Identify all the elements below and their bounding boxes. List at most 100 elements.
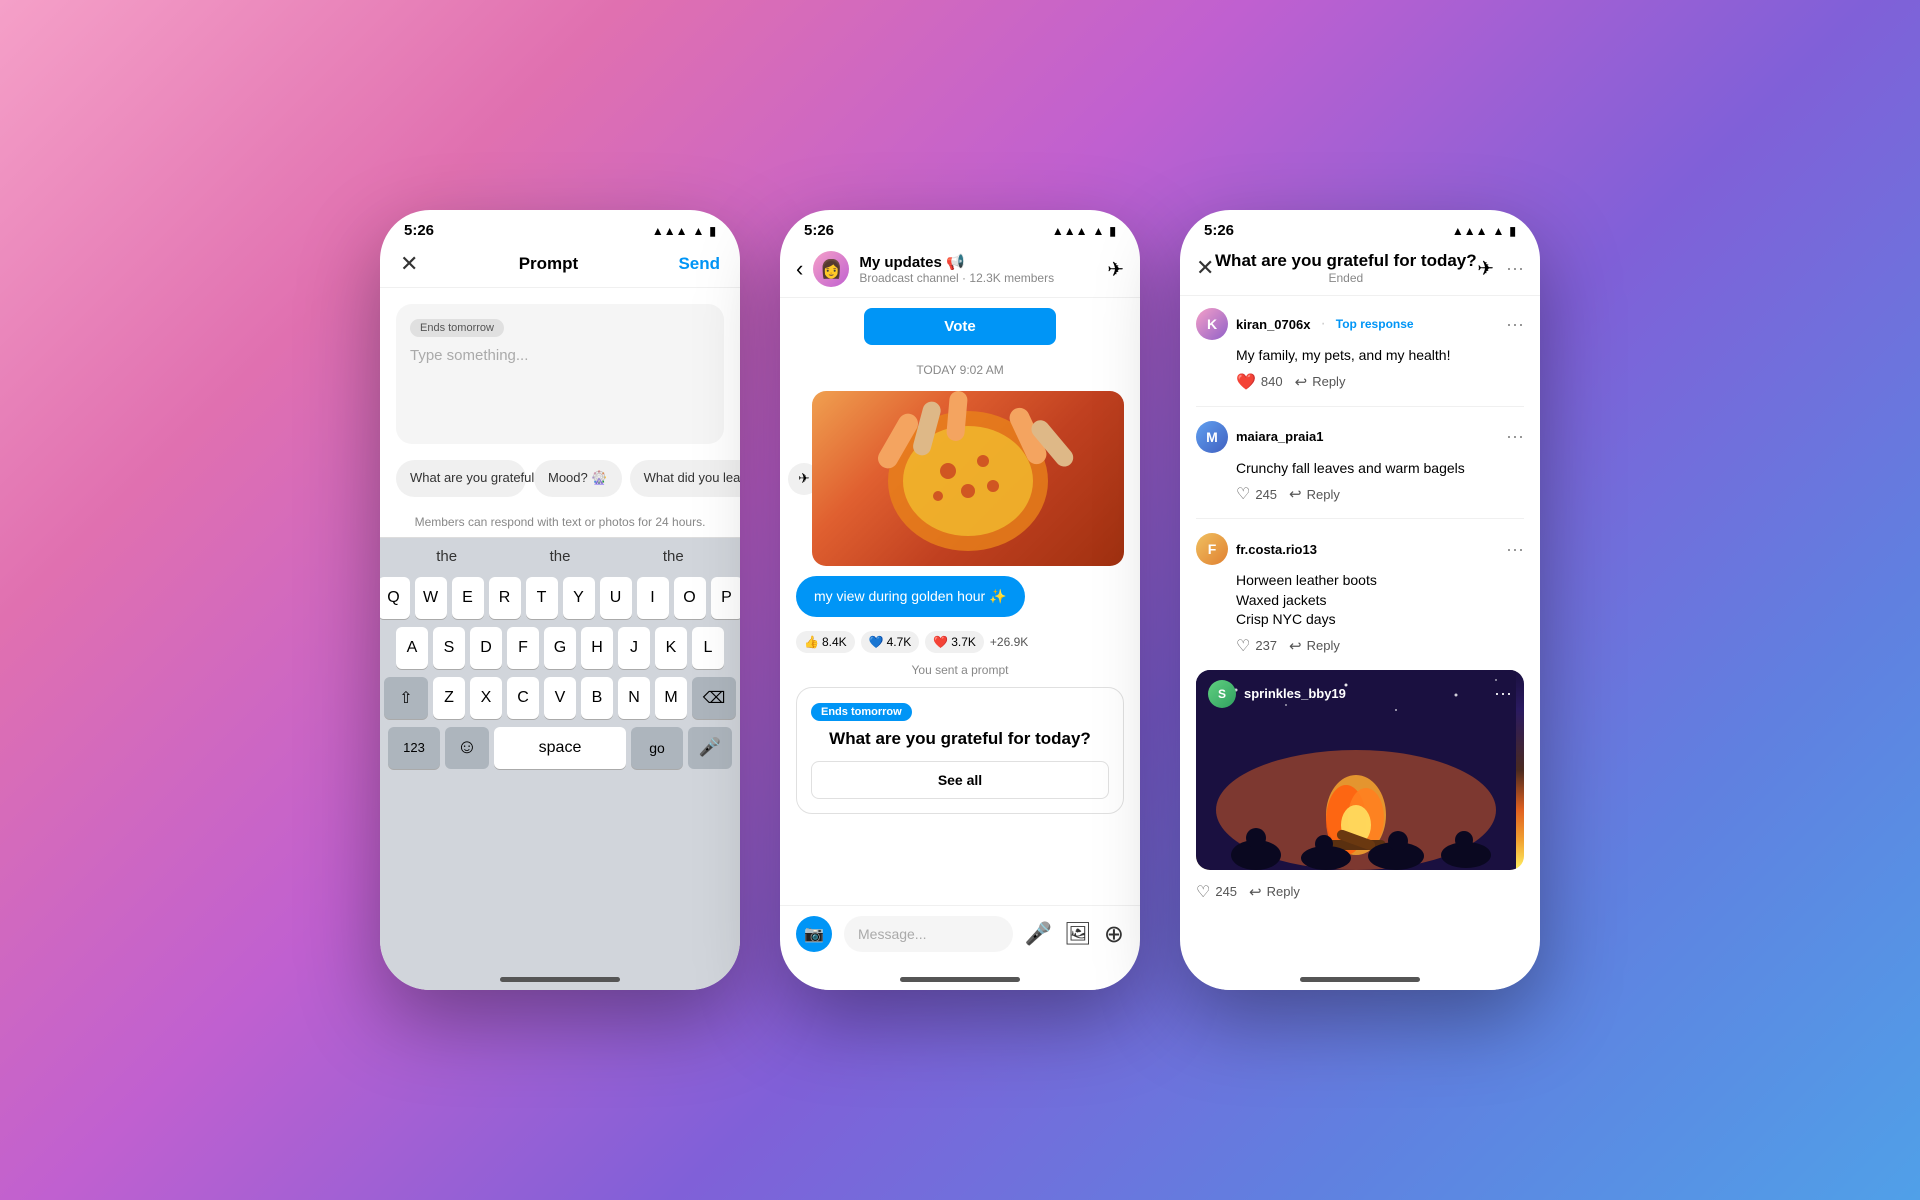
response-user-1: K kiran_0706x · Top response xyxy=(1196,308,1414,340)
reaction-thumbsup[interactable]: 👍 8.4K xyxy=(796,631,855,653)
send-button[interactable]: Send xyxy=(678,254,720,274)
like-button-4[interactable]: ♡ 245 xyxy=(1196,882,1237,902)
message-row: my view during golden hour ✨ xyxy=(796,576,1124,617)
more-icon-3[interactable]: ··· xyxy=(1506,258,1524,279)
message-input[interactable]: Message... xyxy=(844,916,1013,952)
key-h[interactable]: H xyxy=(581,627,613,669)
bubble-text: my view during golden hour ✨ xyxy=(814,588,1007,604)
time-3: 5:26 xyxy=(1204,222,1234,239)
space-key[interactable]: space xyxy=(494,727,626,769)
camera-button[interactable]: 📷 xyxy=(796,916,832,952)
key-g[interactable]: G xyxy=(544,627,576,669)
key-a[interactable]: A xyxy=(396,627,428,669)
message-placeholder: Message... xyxy=(858,926,926,942)
key-b[interactable]: B xyxy=(581,677,613,719)
close-button[interactable]: ✕ xyxy=(400,251,418,277)
key-x[interactable]: X xyxy=(470,677,502,719)
see-all-button[interactable]: See all xyxy=(811,761,1109,799)
time-2: 5:26 xyxy=(804,222,834,239)
ended-label: Ended xyxy=(1215,271,1477,285)
you-sent-label: You sent a prompt xyxy=(796,663,1124,677)
reaction-heart-red[interactable]: ❤️ 3.7K xyxy=(925,631,984,653)
key-f[interactable]: F xyxy=(507,627,539,669)
keyboard-suggestions: the the the xyxy=(380,537,740,571)
prompt-title: Prompt xyxy=(519,254,579,274)
suggestion-2[interactable]: the xyxy=(550,548,571,565)
key-n[interactable]: N xyxy=(618,677,650,719)
more-reactions[interactable]: +26.9K xyxy=(990,635,1028,649)
reply-button-1[interactable]: ↩ Reply xyxy=(1295,373,1346,391)
heart-blue-count: 4.7K xyxy=(887,635,912,649)
prompt-placeholder[interactable]: Type something... xyxy=(410,347,710,364)
key-w[interactable]: W xyxy=(415,577,447,619)
send-icon-3[interactable]: ✈ xyxy=(1477,256,1494,281)
heart-red-count: 3.7K xyxy=(951,635,976,649)
vote-button[interactable]: Vote xyxy=(864,308,1055,345)
reply-button-4[interactable]: ↩ Reply xyxy=(1249,883,1300,901)
shift-key[interactable]: ⇧ xyxy=(384,677,428,719)
go-key[interactable]: go xyxy=(631,727,683,769)
responses-content: K kiran_0706x · Top response ··· My fami… xyxy=(1180,296,1540,968)
key-t[interactable]: T xyxy=(526,577,558,619)
mic-icon[interactable]: 🎤 xyxy=(1025,921,1052,947)
suggestion-3[interactable]: the xyxy=(663,548,684,565)
key-p[interactable]: P xyxy=(711,577,741,619)
backspace-key[interactable]: ⌫ xyxy=(692,677,736,719)
like-button-1[interactable]: ❤️ 840 xyxy=(1236,372,1283,392)
gallery-icon[interactable]: 🖼 xyxy=(1064,921,1092,947)
key-s[interactable]: S xyxy=(433,627,465,669)
reply-icon-2: ↩ xyxy=(1289,485,1302,503)
key-o[interactable]: O xyxy=(674,577,706,619)
more-icon-photo[interactable]: ··· xyxy=(1494,683,1512,704)
key-j[interactable]: J xyxy=(618,627,650,669)
key-i[interactable]: I xyxy=(637,577,669,619)
key-z[interactable]: Z xyxy=(433,677,465,719)
prompt-card-question: What are you grateful for today? xyxy=(811,729,1109,749)
response-user-3: F fr.costa.rio13 xyxy=(1196,533,1317,565)
channel-subtitle: Broadcast channel · 12.3K members xyxy=(859,271,1097,285)
reply-button-3[interactable]: ↩ Reply xyxy=(1289,637,1340,655)
mic-key[interactable]: 🎤 xyxy=(688,727,732,769)
back-button[interactable]: ‹ xyxy=(796,256,803,282)
reaction-heart-blue[interactable]: 💙 4.7K xyxy=(861,631,920,653)
heart-icon-2: ♡ xyxy=(1236,484,1250,504)
responses-title-area: What are you grateful for today? Ended xyxy=(1215,251,1477,285)
key-u[interactable]: U xyxy=(600,577,632,619)
chip-grateful[interactable]: What are you grateful for today? xyxy=(396,460,526,497)
emoji-key[interactable]: ☺ xyxy=(445,727,489,769)
reply-icon-3: ↩ xyxy=(1289,637,1302,655)
vote-area: Vote xyxy=(796,308,1124,349)
chip-learn[interactable]: What did you learn this week xyxy=(630,460,740,497)
more-icon-r3[interactable]: ··· xyxy=(1506,539,1524,560)
key-k[interactable]: K xyxy=(655,627,687,669)
like-button-2[interactable]: ♡ 245 xyxy=(1236,484,1277,504)
home-indicator-1 xyxy=(500,977,620,982)
key-e[interactable]: E xyxy=(452,577,484,619)
ends-badge: Ends tomorrow xyxy=(811,703,912,721)
send-icon-2[interactable]: ✈ xyxy=(1107,257,1124,282)
prompt-input-area[interactable]: Ends tomorrow Type something... xyxy=(396,304,724,444)
more-icon-r2[interactable]: ··· xyxy=(1506,426,1524,447)
key-l[interactable]: L xyxy=(692,627,724,669)
add-icon[interactable]: ⊕ xyxy=(1104,920,1124,949)
key-r[interactable]: R xyxy=(489,577,521,619)
key-v[interactable]: V xyxy=(544,677,576,719)
key-q[interactable]: Q xyxy=(380,577,410,619)
key-c[interactable]: C xyxy=(507,677,539,719)
key-y[interactable]: Y xyxy=(563,577,595,619)
numbers-key[interactable]: 123 xyxy=(388,727,440,769)
chat-content: Vote TODAY 9:02 AM ✈ xyxy=(780,298,1140,905)
home-indicator-2 xyxy=(900,977,1020,982)
channel-header-icons: ✈ xyxy=(1107,257,1124,282)
reply-button-2[interactable]: ↩ Reply xyxy=(1289,485,1340,503)
key-m[interactable]: M xyxy=(655,677,687,719)
home-bar-2 xyxy=(780,968,1140,990)
more-icon-r1[interactable]: ··· xyxy=(1506,314,1524,335)
close-button-3[interactable]: ✕ xyxy=(1196,255,1214,281)
key-d[interactable]: D xyxy=(470,627,502,669)
prompt-card[interactable]: Ends tomorrow What are you grateful for … xyxy=(796,687,1124,814)
wifi-icon-1: ▲ xyxy=(693,224,705,238)
suggestion-1[interactable]: the xyxy=(436,548,457,565)
chip-mood[interactable]: Mood? 🎡 xyxy=(534,460,622,497)
like-button-3[interactable]: ♡ 237 xyxy=(1236,636,1277,656)
